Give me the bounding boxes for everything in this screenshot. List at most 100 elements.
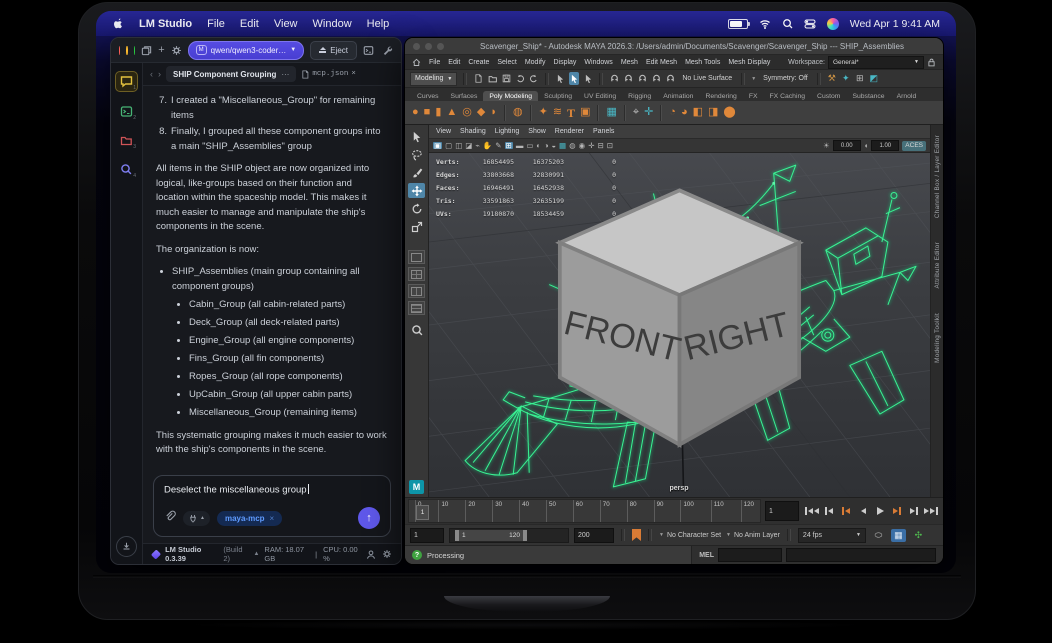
poly-disc-icon[interactable]: ◗ [490,107,497,118]
sidebar-item-developer[interactable]: 2 [116,102,137,121]
menu-edit[interactable]: Edit [240,18,259,30]
bookmark-icon[interactable]: ◪ [465,142,472,150]
menu-help[interactable]: Help [367,18,390,30]
isolate-select-icon[interactable]: ✛ [588,142,594,150]
wireframe-mode-icon[interactable]: ⊞ [504,142,513,150]
panel-menu-view[interactable]: View [436,128,451,135]
boolean-difference-icon[interactable]: ◕ [681,107,688,118]
construction-plane-icon[interactable]: ⌖ [633,107,639,118]
menu-windows[interactable]: Windows [584,59,612,66]
panel-menu-panels[interactable]: Panels [593,128,614,135]
hypershade-icon[interactable]: ◩ [869,72,879,85]
poly-cube-icon[interactable]: ■ [424,107,431,118]
snap-point-icon[interactable] [637,72,647,85]
menu-window[interactable]: Window [313,18,352,30]
poly-cone-icon[interactable]: ▲ [446,107,457,118]
range-slider[interactable]: 1 120 [449,527,569,543]
wifi-icon[interactable] [759,18,771,30]
new-scene-icon[interactable] [473,72,483,85]
snap-view-plane-icon[interactable] [665,72,675,85]
textured-mode-icon[interactable]: ▭ [526,142,533,150]
animation-start-field[interactable]: 1 [410,527,444,543]
shelf-tab-poly-modeling[interactable]: Poly Modeling [483,91,539,101]
shelf-tab-rendering[interactable]: Rendering [699,91,742,101]
mel-input[interactable] [718,548,782,562]
shelf-tab-arnold[interactable]: Arnold [891,91,923,101]
poly-sphere-icon[interactable]: ● [412,107,419,118]
zoom-button[interactable] [437,42,444,50]
close-button[interactable] [119,45,121,55]
tab-modeling-toolkit[interactable]: Modeling Toolkit [934,313,941,363]
shelf-tab-fx[interactable]: FX [743,91,764,101]
chat-input[interactable]: Deselect the miscellaneous group ▲ maya-… [153,475,391,537]
lock-camera-icon[interactable]: ▢ [445,142,452,150]
poly-torus-icon[interactable]: ◎ [462,107,472,118]
select-object-icon[interactable] [569,72,580,85]
viewport-3d[interactable]: Verts: 16854495 16375203 0 Edges: 33803668 32… [429,153,930,497]
control-center-icon[interactable] [804,18,816,30]
select-tool-icon[interactable] [408,129,425,144]
live-surface-label[interactable]: No Live Surface [679,75,735,82]
super-shape-icon[interactable]: ✦ [539,107,548,118]
menu-file[interactable]: File [429,59,440,66]
layout-two-pane-icon[interactable] [408,284,425,298]
spotlight-search-icon[interactable] [782,18,793,29]
chat-settings-icon[interactable] [171,44,182,56]
wireframe-on-shaded-icon[interactable]: ▦ [559,142,566,150]
tab-mcp-json[interactable]: mcp.json × [301,69,356,79]
menu-create[interactable]: Create [468,59,489,66]
set-key-icon[interactable] [632,529,641,541]
separate-icon[interactable]: ◨ [708,107,718,118]
redo-icon[interactable] [529,72,539,85]
anim-layer-selector[interactable]: ▼ No Anim Layer [726,532,780,539]
combine-icon[interactable]: ◧ [693,107,703,118]
new-window-icon[interactable] [141,45,152,56]
step-forward-frame-button[interactable] [907,504,921,518]
poly-plane-icon[interactable]: ◆ [477,107,485,118]
resolution-gate-icon[interactable]: ⊡ [607,142,613,150]
close-tab-icon[interactable]: × [351,70,356,78]
platonic-solid-icon[interactable]: ◍ [513,107,523,118]
menu-mesh-display[interactable]: Mesh Display [728,59,770,66]
home-icon[interactable] [412,58,421,67]
lighting-all-icon[interactable]: ◐ [536,142,541,150]
close-button[interactable] [413,42,420,50]
camera-attributes-icon[interactable]: ◫ [455,142,462,150]
eject-model-button[interactable]: Eject [310,40,358,60]
layout-outliner-icon[interactable] [408,301,425,315]
range-end-handle[interactable] [523,529,527,541]
sidebar-item-my-models[interactable]: 3 [116,131,137,150]
shelf-tab-substance[interactable]: Substance [846,91,890,101]
snap-curve-icon[interactable] [623,72,633,85]
xray-joints-icon[interactable]: ◉ [579,142,586,150]
exposure-field[interactable]: 0.00 [832,140,861,151]
save-scene-icon[interactable] [501,72,511,85]
chevron-right-icon[interactable]: › [158,69,161,79]
view-transform-badge[interactable]: ACES [902,140,926,151]
screen-space-ao-icon[interactable]: ◒ [551,142,556,150]
current-frame-field[interactable]: 1 [765,501,799,521]
app-version[interactable]: LM Studio 0.3.39 [165,545,218,563]
apple-menu-icon[interactable] [112,17,124,30]
zoom-search-icon[interactable] [408,322,425,337]
menu-set-selector[interactable]: Modeling ▼ [410,71,458,86]
go-to-start-button[interactable] [805,504,819,518]
image-plane-icon[interactable]: ⌁ [475,142,480,150]
sidebar-item-discover[interactable]: 4 [116,160,137,179]
animation-prefs-icon[interactable]: ✣ [911,529,926,542]
shelf-tab-curves[interactable]: Curves [411,91,445,101]
developer-console-icon[interactable] [363,45,374,56]
menu-mesh-tools[interactable]: Mesh Tools [685,59,720,66]
remove-mcp-icon[interactable]: × [270,514,275,523]
downloads-button[interactable] [116,536,137,557]
select-camera-icon[interactable]: ▣ [433,142,443,150]
time-slider[interactable]: 010 2030 4050 6070 8090 100110 120 1 [408,499,761,523]
select-component-icon[interactable] [583,72,593,85]
gamma-icon[interactable]: ◖ [864,142,869,150]
menu-select[interactable]: Select [497,59,516,66]
step-back-key-button[interactable] [839,504,853,518]
view-cube[interactable]: FRONT RIGHT [429,153,930,497]
chevron-down-icon[interactable]: ▼ [751,76,756,82]
paint-select-tool-icon[interactable] [408,165,425,180]
menubar-app-name[interactable]: LM Studio [139,18,192,30]
